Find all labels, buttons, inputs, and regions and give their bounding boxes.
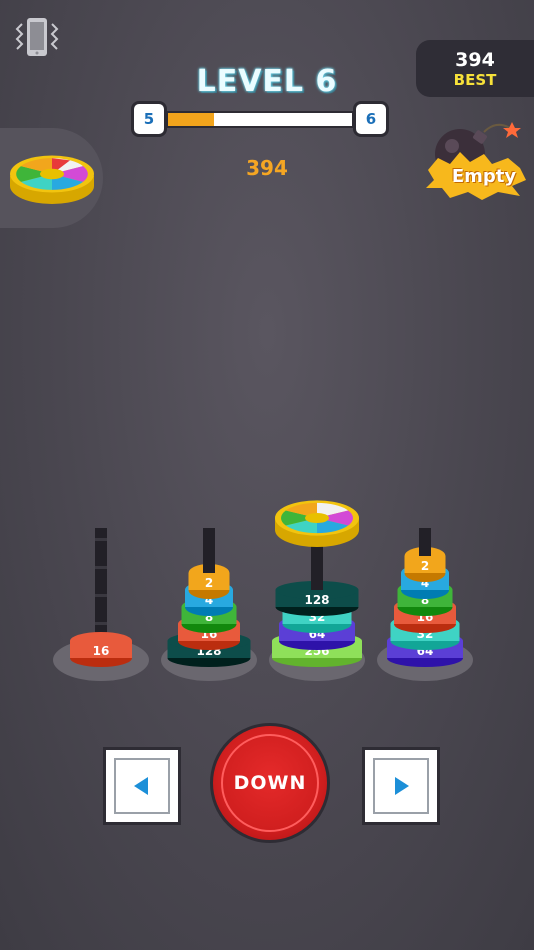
left-arrow-icon bbox=[134, 777, 148, 795]
move-left-button[interactable] bbox=[103, 747, 181, 825]
color-wheel-powerup[interactable] bbox=[0, 128, 103, 228]
vibrate-icon[interactable] bbox=[14, 16, 60, 58]
held-color-wheel bbox=[275, 500, 359, 536]
color-wheel-icon bbox=[10, 155, 94, 204]
current-level-badge: 5 bbox=[131, 101, 167, 137]
bomb-icon bbox=[426, 122, 526, 200]
ring-value-label: 16 bbox=[93, 644, 110, 658]
next-level-badge: 6 bbox=[353, 101, 389, 137]
peg-pole-top bbox=[419, 528, 431, 556]
peg-pole-stripe bbox=[95, 622, 107, 625]
ring-value-label: 128 bbox=[304, 593, 329, 607]
ring-value-label: 2 bbox=[205, 576, 213, 590]
peg-pole-stripe bbox=[95, 566, 107, 569]
level-progress-bar bbox=[166, 111, 354, 128]
held-wheel-hub bbox=[305, 512, 329, 524]
peg-pole-top bbox=[311, 543, 323, 590]
bomb-powerup[interactable]: Empty bbox=[424, 118, 534, 203]
peg-pole bbox=[95, 528, 107, 650]
drop-down-label: DOWN bbox=[233, 772, 307, 794]
level-progress-fill bbox=[168, 113, 214, 126]
move-right-button[interactable] bbox=[362, 747, 440, 825]
level-title: LEVEL 6 bbox=[196, 64, 338, 99]
peg-pole-stripe bbox=[95, 594, 107, 597]
game-board[interactable]: 16 128168422566432128643216842 bbox=[0, 480, 534, 700]
drop-down-button-ring: DOWN bbox=[221, 734, 319, 832]
bomb-status-label: Empty bbox=[451, 166, 517, 187]
peg-pole-stripe bbox=[95, 538, 107, 541]
ring-value-label: 2 bbox=[421, 559, 429, 573]
peg-pole-top bbox=[203, 528, 215, 573]
drop-down-button[interactable]: DOWN bbox=[210, 723, 330, 843]
right-arrow-icon bbox=[395, 777, 409, 795]
